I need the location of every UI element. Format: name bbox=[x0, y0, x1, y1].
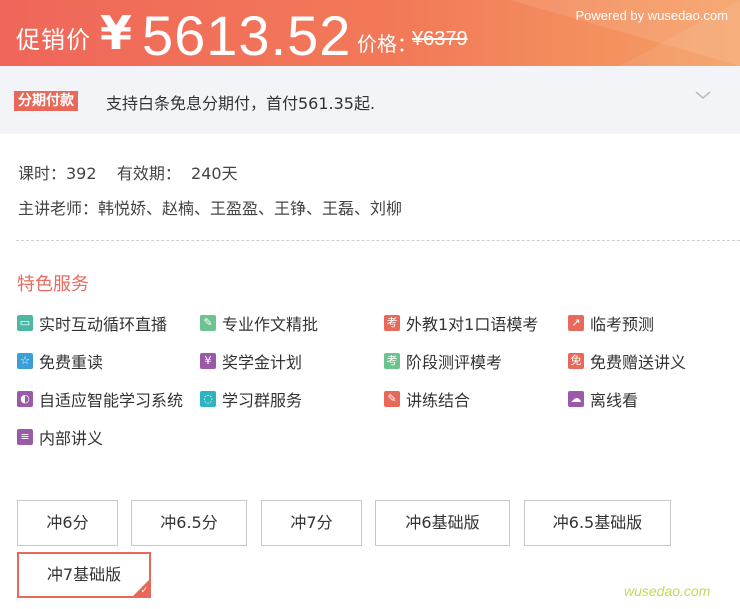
service-label: 学习群服务 bbox=[222, 391, 303, 410]
service-label: 外教1对1口语模考 bbox=[406, 315, 539, 334]
service-item-live: ▭ 实时互动循环直播 bbox=[17, 311, 167, 335]
service-label: 免费重读 bbox=[39, 353, 104, 372]
course-teachers: 主讲老师：韩悦娇、赵楠、王盈盈、王铮、王磊、刘柳 bbox=[18, 199, 403, 218]
service-label: 实时互动循环直播 bbox=[39, 315, 168, 334]
service-label: 奖学金计划 bbox=[222, 353, 303, 372]
service-label: 阶段测评模考 bbox=[406, 353, 503, 372]
brain-icon: ◐ bbox=[17, 391, 33, 407]
service-item-study-group: ◌ 学习群服务 bbox=[200, 387, 302, 411]
service-label: 专业作文精批 bbox=[222, 315, 319, 334]
pen-icon: ✎ bbox=[200, 315, 216, 331]
tier-option-7[interactable]: 冲7分 bbox=[261, 500, 362, 546]
installment-bar[interactable]: 分期付款 支持白条免息分期付，首付561.35起. bbox=[0, 66, 740, 134]
service-label: 内部讲义 bbox=[39, 429, 104, 448]
exam-icon: 考 bbox=[384, 315, 400, 331]
watermark-text: Powered by wusedao.com bbox=[575, 8, 728, 23]
edit-icon: ✎ bbox=[384, 391, 400, 407]
tier-option-7-basic[interactable]: 冲7基础版 ✓ bbox=[17, 552, 151, 598]
service-item-practice: ✎ 讲练结合 bbox=[384, 387, 470, 411]
original-price-label: 价格： bbox=[357, 32, 417, 56]
service-item-stage-test: 考 阶段测评模考 bbox=[384, 349, 502, 373]
installment-text: 支持白条免息分期付，首付561.35起. bbox=[106, 94, 376, 113]
tier-label: 冲7基础版 bbox=[46, 565, 122, 584]
tier-option-6[interactable]: 冲6分 bbox=[17, 500, 118, 546]
service-item-adaptive: ◐ 自适应智能学习系统 bbox=[17, 387, 183, 411]
service-item-prediction: ↗ 临考预测 bbox=[568, 311, 654, 335]
service-item-free-notes: 免 免费赠送讲义 bbox=[568, 349, 686, 373]
chart-icon: ↗ bbox=[568, 315, 584, 331]
service-label: 讲练结合 bbox=[406, 391, 471, 410]
exam-icon: 考 bbox=[384, 353, 400, 369]
divider bbox=[16, 240, 740, 241]
gift-icon: 免 bbox=[568, 353, 584, 369]
currency-symbol: ¥ bbox=[100, 6, 133, 60]
promo-price-value: 5613.52 bbox=[142, 4, 352, 66]
service-label: 自适应智能学习系统 bbox=[39, 391, 184, 410]
service-label: 免费赠送讲义 bbox=[590, 353, 687, 372]
service-item-scholarship: ¥ 奖学金计划 bbox=[200, 349, 302, 373]
cloud-icon: ☁ bbox=[568, 391, 584, 407]
tier-option-6-5-basic[interactable]: 冲6.5基础版 bbox=[524, 500, 671, 546]
service-item-oral-exam: 考 外教1对1口语模考 bbox=[384, 311, 538, 335]
service-item-internal-notes: ≡ 内部讲义 bbox=[17, 425, 103, 449]
chevron-down-icon[interactable] bbox=[694, 86, 712, 104]
original-price-value: ¥6379 bbox=[412, 28, 468, 50]
checkmark-icon: ✓ bbox=[140, 586, 148, 596]
service-label: 离线看 bbox=[590, 391, 639, 410]
service-item-free-reread: ☆ 免费重读 bbox=[17, 349, 103, 373]
promo-price-label: 促销价 bbox=[16, 26, 91, 54]
yen-coin-icon: ¥ bbox=[200, 353, 216, 369]
tier-option-6-5[interactable]: 冲6.5分 bbox=[131, 500, 247, 546]
services-title: 特色服务 bbox=[17, 274, 89, 295]
tier-option-6-basic[interactable]: 冲6基础版 bbox=[375, 500, 510, 546]
watermark-text: wusedao.com bbox=[624, 583, 711, 599]
chat-icon: ◌ bbox=[200, 391, 216, 407]
monitor-icon: ▭ bbox=[17, 315, 33, 331]
star-icon: ☆ bbox=[17, 353, 33, 369]
service-label: 临考预测 bbox=[590, 315, 655, 334]
service-item-offline: ☁ 离线看 bbox=[568, 387, 638, 411]
course-hours-validity: 课时：392 有效期： 240天 bbox=[18, 164, 238, 183]
service-item-essay: ✎ 专业作文精批 bbox=[200, 311, 318, 335]
price-banner: 促销价 ¥ 5613.52 价格： ¥6379 Powered by wused… bbox=[0, 0, 740, 66]
document-icon: ≡ bbox=[17, 429, 33, 445]
installment-badge: 分期付款 bbox=[14, 91, 78, 111]
